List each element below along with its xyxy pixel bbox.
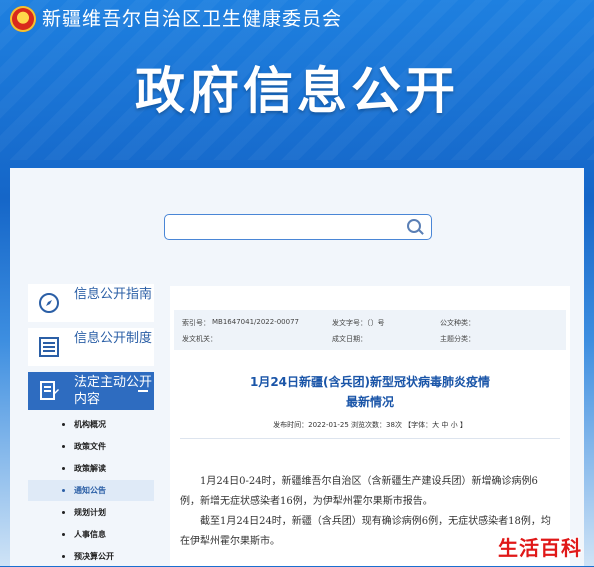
bullet-icon [62, 555, 65, 558]
sidebar-item-guide[interactable]: 信息公开指南 [28, 284, 154, 322]
search-input[interactable] [164, 214, 432, 240]
sidebar-item-label: 信息公开制度 [74, 331, 153, 346]
bullet-icon [62, 533, 65, 536]
document-edit-icon [40, 381, 59, 400]
sidebar-item-active-disclosure[interactable]: 法定主动公开内容 [28, 372, 154, 410]
date-label: 成文日期： [332, 335, 367, 343]
sidebar-sub-item[interactable]: 人事信息 [28, 524, 154, 545]
sidebar-item-rules[interactable]: 信息公开制度 [28, 328, 154, 366]
bullet-icon [62, 445, 65, 448]
article: 索引号： MB1647041/2022-00077 发文字号：〔〕号 公文种类：… [170, 286, 570, 566]
bullet-icon [62, 423, 65, 426]
publish-info: 发布时间：2022-01-25 浏览次数：38次 【字体：大 中 小 】 [273, 421, 467, 429]
article-metadata: 索引号： MB1647041/2022-00077 发文字号：〔〕号 公文种类：… [174, 310, 566, 350]
site-title[interactable]: 新疆维吾尔自治区卫生健康委员会 [42, 6, 342, 32]
article-body: 1月24日0-24时，新疆维吾尔自治区（含新疆生产建设兵团）新增确诊病例6例，新… [180, 472, 552, 552]
compass-icon [39, 293, 59, 313]
list-icon [39, 337, 59, 357]
doc-number-label: 发文字号：〔〕号 [332, 319, 385, 327]
category-label: 公文种类： [440, 319, 475, 327]
bullet-icon [62, 511, 65, 514]
sidebar-sub-item-selected[interactable]: 通知公告 [28, 480, 154, 501]
issuer-label: 发文机关： [182, 335, 217, 343]
watermark: 生活百科 [498, 536, 582, 560]
bullet-icon [62, 489, 65, 492]
hero-title: 政府信息公开 [135, 62, 459, 120]
index-value: MB1647041/2022-00077 [212, 318, 299, 326]
sidebar-item-label: 信息公开指南 [74, 287, 153, 302]
divider [180, 438, 560, 439]
sidebar-sub-item[interactable]: 政策解读 [28, 458, 154, 479]
sidebar-sub-item[interactable]: 预决算公开 [28, 546, 154, 567]
sidebar-sub-item[interactable]: 政策文件 [28, 436, 154, 457]
search-icon[interactable] [407, 219, 421, 233]
paragraph: 1月24日0-24时，新疆维吾尔自治区（含新疆生产建设兵团）新增确诊病例6例，新… [180, 476, 538, 507]
bullet-icon [62, 467, 65, 470]
sidebar-sub-item[interactable]: 机构概况 [28, 414, 154, 435]
paragraph: 截至1月24日24时，新疆（含兵团）现有确诊病例6例，无症状感染者18例，均在伊… [180, 516, 551, 547]
index-label: 索引号： [182, 319, 210, 327]
national-emblem-icon [10, 6, 36, 32]
sidebar-sub-item[interactable]: 规划计划 [28, 502, 154, 523]
article-title: 1月24日新疆(含兵团)新型冠状病毒肺炎疫情 最新情况 [249, 375, 491, 409]
topic-label: 主题分类： [440, 335, 475, 343]
collapse-icon[interactable] [138, 390, 148, 392]
